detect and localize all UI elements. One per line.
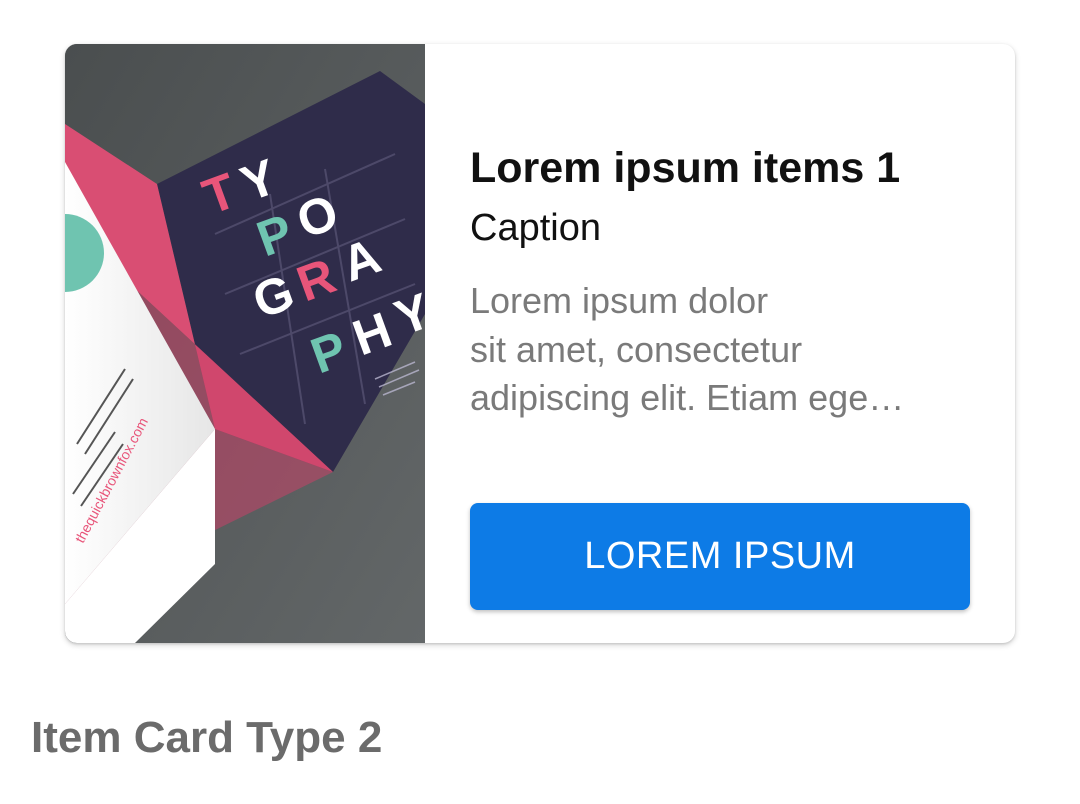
card-caption: Caption <box>470 207 601 249</box>
lorem-ipsum-button[interactable]: LOREM IPSUM <box>470 503 970 610</box>
card-description: Lorem ipsum dolor sit amet, consectetur … <box>470 277 965 423</box>
card-description-line: adipiscing elit. Etiam ege… <box>470 377 905 418</box>
card-image: thequickbrownfox.com T Y P O G R A P H Y <box>65 44 425 643</box>
card-content: Lorem ipsum items 1 Caption Lorem ipsum … <box>425 44 1015 643</box>
item-card: thequickbrownfox.com T Y P O G R A P H Y <box>65 44 1015 643</box>
page: thequickbrownfox.com T Y P O G R A P H Y <box>0 0 1080 804</box>
card-title: Lorem ipsum items 1 <box>470 144 901 192</box>
card-description-line: sit amet, consectetur <box>470 328 803 370</box>
brochure-illustration: thequickbrownfox.com T Y P O G R A P H Y <box>65 44 425 643</box>
section-label: Item Card Type 2 <box>31 713 383 762</box>
card-description-line: Lorem ipsum dolor <box>470 280 769 321</box>
